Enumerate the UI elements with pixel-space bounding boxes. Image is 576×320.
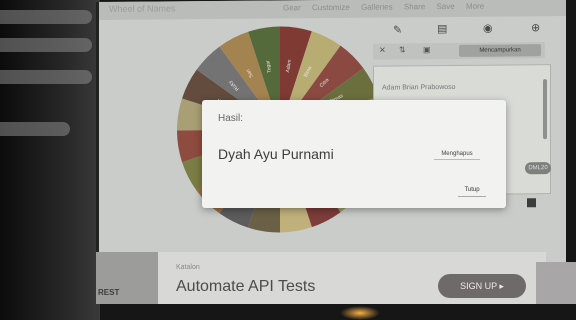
monitor-bezel-left (0, 0, 100, 320)
nav-more[interactable]: More (466, 2, 484, 11)
ad-headline: Automate API Tests (176, 278, 316, 295)
entries-scrollbar[interactable] (543, 79, 547, 140)
ad-banner[interactable]: REST Katalon Automate API Tests SIGN UP … (96, 252, 576, 304)
result-winner: Dyah Ayu Purnami (218, 146, 334, 162)
entry-first: Adam Brian Prabowoso (382, 83, 456, 92)
ad-brand: REST (98, 288, 120, 297)
nav-save[interactable]: Save (436, 2, 454, 11)
desk-edge-stripe (0, 70, 92, 84)
sign-up-button[interactable]: SIGN UP ▸ (438, 274, 526, 298)
light-glare (340, 306, 380, 320)
nav-share[interactable]: Share (404, 2, 425, 11)
result-dialog: Hasil: Dyah Ayu Purnami Menghapus Tutup (202, 100, 506, 208)
nav-customize[interactable]: Customize (312, 3, 350, 12)
desk-edge-stripe (0, 122, 70, 136)
nav-gear[interactable]: Gear (283, 3, 301, 12)
top-nav: Gear Customize Galleries Share Save More (283, 2, 493, 13)
remove-winner-button[interactable]: Menghapus (434, 148, 480, 160)
square-icon[interactable] (527, 198, 536, 208)
desk-edge-stripe (0, 10, 92, 24)
image-icon[interactable]: ▣ (423, 45, 431, 54)
hide-eye-icon[interactable]: ◉ (483, 22, 493, 35)
ad-small-text: Katalon (176, 264, 200, 271)
nav-galleries[interactable]: Galleries (361, 2, 393, 11)
sort-icon[interactable]: ⇅ (399, 45, 406, 54)
add-sheet-icon[interactable]: ⊕ (531, 21, 540, 34)
ad-side-image (536, 262, 576, 304)
app-title[interactable]: Wheel of Names (109, 3, 176, 14)
entries-toolbar: ✕ ⇅ ▣ Mencampurkan (373, 42, 545, 60)
desk-edge-stripe (0, 38, 92, 52)
close-button[interactable]: Tutup (458, 183, 486, 197)
pencil-icon[interactable]: ✎ (393, 23, 402, 36)
shuffle-icon[interactable]: ✕ (379, 46, 386, 55)
mix-button[interactable]: Mencampurkan (459, 44, 541, 57)
result-label: Hasil: (218, 113, 244, 124)
photo-frame: Wheel of Names Gear Customize Galleries … (0, 0, 576, 320)
clipboard-icon[interactable]: ▤ (437, 22, 447, 35)
ad-image: REST (96, 252, 158, 304)
entries-count-badge: DML20 (525, 162, 551, 175)
